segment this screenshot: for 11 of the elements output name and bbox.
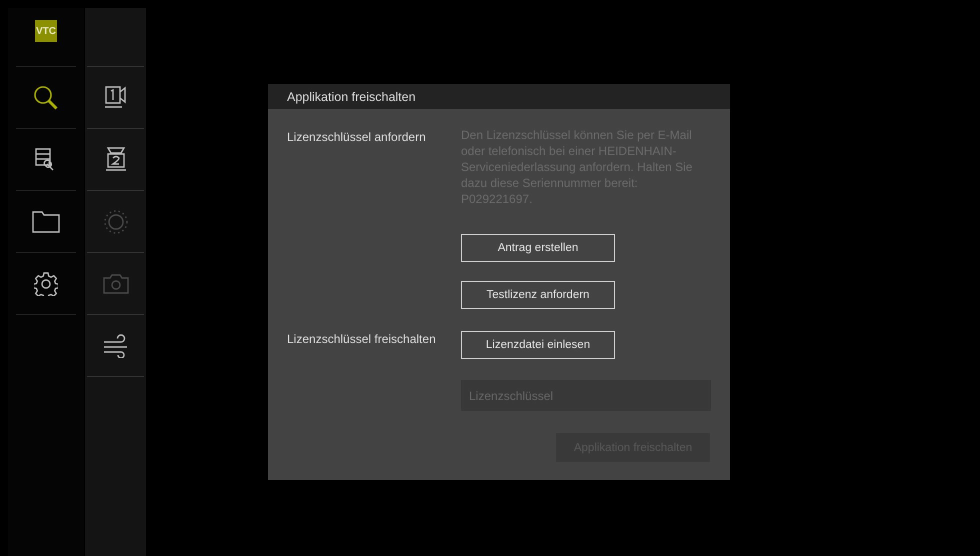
- section-label: Lizenzschlüssel anfordern: [287, 129, 427, 146]
- action-button[interactable]: Antrag erstellen: [461, 234, 615, 262]
- logo: VTC: [35, 20, 57, 42]
- action-button[interactable]: Lizenzdatei einlesen: [461, 331, 615, 359]
- settings-icon[interactable]: [34, 272, 58, 296]
- folder-icon[interactable]: [32, 210, 60, 232]
- dialog-title: Applikation freischalten: [287, 90, 416, 104]
- section-label: Lizenzschlüssel freischalten: [287, 331, 437, 348]
- action-button[interactable]: Testlizenz anfordern: [461, 281, 615, 309]
- wind-icon[interactable]: [102, 334, 128, 358]
- search-icon[interactable]: [33, 84, 59, 110]
